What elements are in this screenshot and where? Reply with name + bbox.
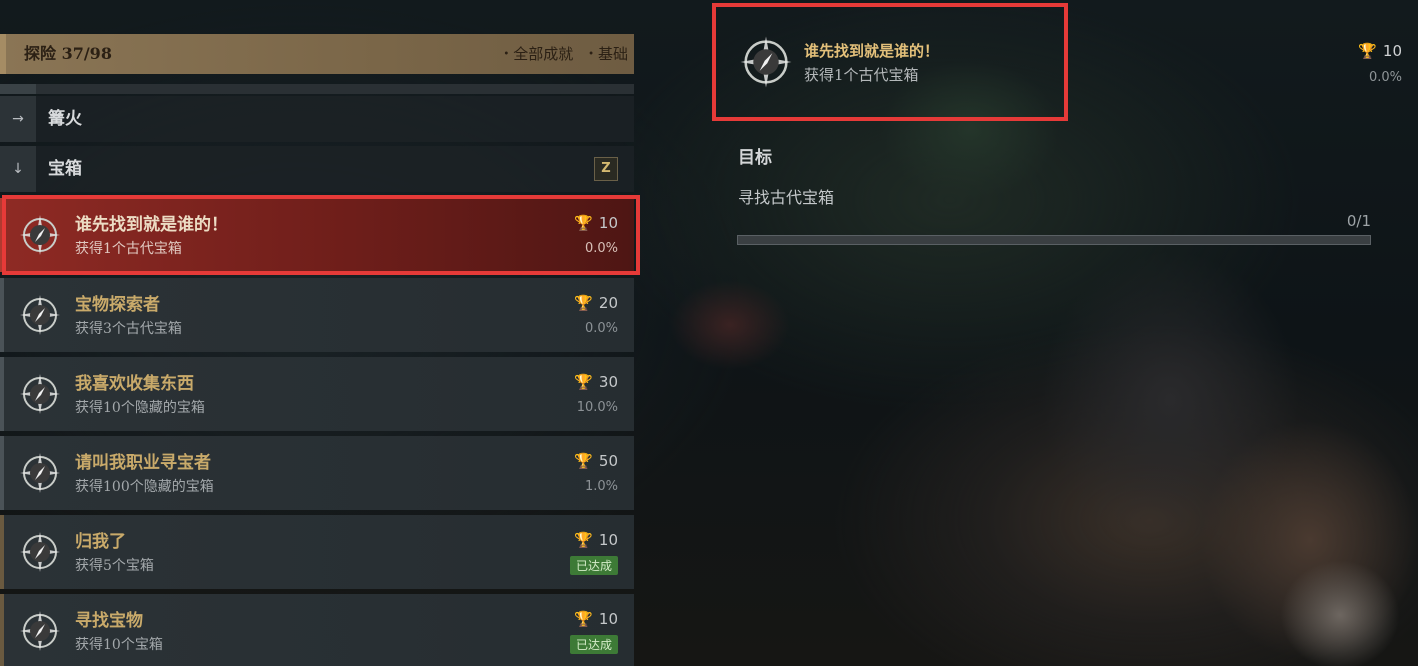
achievement-row[interactable]: 请叫我职业寻宝者 获得100个隐藏的宝箱 🏆 50 1.0% [0, 436, 634, 510]
achievement-percent: 0.0% [584, 241, 618, 256]
achievement-title: 归我了 [75, 532, 126, 552]
all-achievements-link[interactable]: • 全部成就 [503, 45, 573, 63]
achievement-points: 🏆 20 [574, 294, 618, 312]
compass-icon [20, 532, 60, 572]
background-scenery [1200, 420, 1418, 660]
achievement-title: 请叫我职业寻宝者 [75, 453, 211, 473]
compass-icon [20, 295, 60, 335]
trophy-icon: 🏆 [574, 531, 593, 549]
achievement-desc: 获得5个宝箱 [75, 558, 154, 574]
trophy-icon: 🏆 [574, 452, 593, 470]
detail-percent: 0.0% [1368, 70, 1402, 85]
completed-badge: 已达成 [569, 635, 618, 654]
achievement-points: 🏆 10 [574, 610, 618, 628]
goal-heading: 目标 [738, 148, 772, 168]
detail-points: 🏆 10 [1358, 42, 1402, 60]
achievement-percent: 10.0% [576, 400, 618, 415]
achievement-desc: 获得100个隐藏的宝箱 [75, 479, 214, 495]
achievement-points: 🏆 10 [574, 531, 618, 549]
achievement-percent: 1.0% [584, 479, 618, 494]
progress-bar [737, 235, 1371, 245]
achievement-row[interactable]: 寻找宝物 获得10个宝箱 🏆 10 已达成 [0, 594, 634, 666]
achievement-points: 🏆 30 [574, 373, 618, 391]
compass-icon [20, 374, 60, 414]
trophy-icon: 🏆 [574, 373, 593, 391]
detail-desc: 获得1个古代宝箱 [804, 66, 919, 84]
achievement-points: 🏆 50 [574, 452, 618, 470]
achievement-desc: 获得1个古代宝箱 [75, 241, 182, 257]
header-links: • 全部成就 • 基础 [493, 34, 628, 75]
achievement-desc: 获得3个古代宝箱 [75, 321, 182, 337]
divider [0, 84, 634, 94]
completed-badge: 已达成 [569, 556, 618, 575]
arrow-down-icon: ↓ [0, 146, 36, 192]
background-scenery [1280, 560, 1400, 666]
achievement-percent: 0.0% [584, 321, 618, 336]
progress-count: 0/1 [1346, 212, 1371, 230]
category-bonfire[interactable]: → 篝火 [0, 96, 634, 142]
category-chest[interactable]: ↓ 宝箱 Z [0, 146, 634, 192]
trophy-icon: 🏆 [574, 214, 593, 232]
achievement-title: 谁先找到就是谁的！ [75, 215, 228, 235]
achievement-row[interactable]: 宝物探索者 获得3个古代宝箱 🏆 20 0.0% [0, 278, 634, 352]
category-title: 探险 37/98 [24, 44, 112, 63]
compass-icon [20, 215, 60, 255]
trophy-icon: 🏆 [574, 294, 593, 312]
basic-link[interactable]: • 基础 [588, 45, 628, 63]
background-scenery [1040, 250, 1300, 550]
achievement-row[interactable]: 我喜欢收集东西 获得10个隐藏的宝箱 🏆 30 10.0% [0, 357, 634, 431]
achievement-row[interactable]: 谁先找到就是谁的！ 获得1个古代宝箱 🏆 10 0.0% [0, 198, 634, 272]
achievement-row[interactable]: 归我了 获得5个宝箱 🏆 10 已达成 [0, 515, 634, 589]
achievement-points: 🏆 10 [574, 214, 618, 232]
hotkey-badge: Z [594, 157, 618, 181]
compass-icon [740, 36, 792, 88]
compass-icon [20, 453, 60, 493]
category-label: 宝箱 [48, 159, 82, 179]
goal-text: 寻找古代宝箱 [738, 188, 835, 207]
arrow-right-icon: → [0, 96, 36, 142]
category-header: 探险 37/98 • 全部成就 • 基础 [0, 34, 634, 74]
background-scenery [670, 280, 790, 370]
trophy-icon: 🏆 [1358, 42, 1377, 60]
category-label: 篝火 [48, 109, 82, 129]
achievement-desc: 获得10个宝箱 [75, 637, 163, 653]
compass-icon [20, 611, 60, 651]
achievement-title: 宝物探索者 [75, 295, 160, 315]
achievement-title: 寻找宝物 [75, 611, 143, 631]
detail-title: 谁先找到就是谁的！ [804, 42, 940, 60]
trophy-icon: 🏆 [574, 610, 593, 628]
achievement-title: 我喜欢收集东西 [75, 374, 194, 394]
achievement-desc: 获得10个隐藏的宝箱 [75, 400, 205, 416]
